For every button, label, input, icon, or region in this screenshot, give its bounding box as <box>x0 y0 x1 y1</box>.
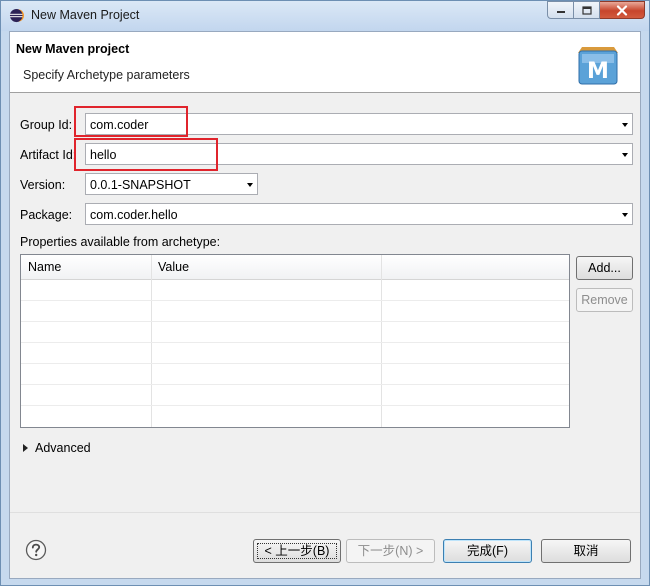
chevron-down-icon[interactable] <box>247 183 253 187</box>
maven-logo-letter: M <box>587 59 609 84</box>
table-row <box>21 300 569 301</box>
add-property-button[interactable]: Add... <box>576 256 633 280</box>
version-value: 0.0.1-SNAPSHOT <box>90 178 191 192</box>
properties-label: Properties available from archetype: <box>20 235 221 249</box>
close-button[interactable] <box>600 1 645 19</box>
minimize-icon <box>556 11 565 13</box>
package-value: com.coder.hello <box>90 208 178 222</box>
chevron-down-icon[interactable] <box>622 153 628 157</box>
page-subtitle: Specify Archetype parameters <box>23 68 190 82</box>
table-row <box>21 321 569 322</box>
column-header-value[interactable]: Value <box>158 260 189 274</box>
remove-property-button[interactable]: Remove <box>576 288 633 312</box>
footer-divider <box>10 512 640 513</box>
dialog-window: New Maven Project New Maven project Spec… <box>0 0 650 586</box>
group-id-label: Group Id: <box>20 118 73 132</box>
close-icon <box>616 4 628 16</box>
package-combo[interactable]: com.coder.hello <box>85 203 633 225</box>
version-label: Version: <box>20 178 66 192</box>
chevron-down-icon[interactable] <box>622 213 628 217</box>
dialog-body: New Maven project Specify Archetype para… <box>9 31 641 579</box>
table-row <box>21 405 569 406</box>
help-icon[interactable] <box>25 539 47 561</box>
column-divider[interactable] <box>151 255 152 427</box>
version-combo[interactable]: 0.0.1-SNAPSHOT <box>85 173 258 195</box>
back-button[interactable]: < 上一步(B) <box>253 539 341 563</box>
artifact-id-label: Artifact Id: <box>20 148 77 162</box>
page-title: New Maven project <box>16 42 130 56</box>
package-label: Package: <box>20 208 73 222</box>
artifact-id-highlight <box>74 138 218 171</box>
chevron-right-icon[interactable] <box>23 444 28 452</box>
next-button[interactable]: 下一步(N) > <box>346 539 435 563</box>
column-header-name[interactable]: Name <box>28 260 61 274</box>
title-bar[interactable]: New Maven Project <box>1 1 649 31</box>
maven-logo-icon: M <box>578 47 618 85</box>
cancel-button[interactable]: 取消 <box>541 539 631 563</box>
column-divider[interactable] <box>381 255 382 427</box>
table-header: Name Value <box>21 255 569 280</box>
properties-table[interactable]: Name Value <box>20 254 570 428</box>
eclipse-icon <box>9 8 24 23</box>
minimize-button[interactable] <box>547 1 574 19</box>
wizard-banner: New Maven project Specify Archetype para… <box>10 32 640 93</box>
maximize-icon <box>581 5 592 15</box>
maximize-button[interactable] <box>574 1 600 19</box>
advanced-toggle[interactable]: Advanced <box>35 441 91 455</box>
window-controls <box>547 1 645 21</box>
chevron-down-icon[interactable] <box>622 123 628 127</box>
finish-button[interactable]: 完成(F) <box>443 539 532 563</box>
window-title: New Maven Project <box>31 8 140 22</box>
group-id-highlight <box>74 106 188 137</box>
table-row <box>21 384 569 385</box>
table-row <box>21 363 569 364</box>
table-row <box>21 342 569 343</box>
